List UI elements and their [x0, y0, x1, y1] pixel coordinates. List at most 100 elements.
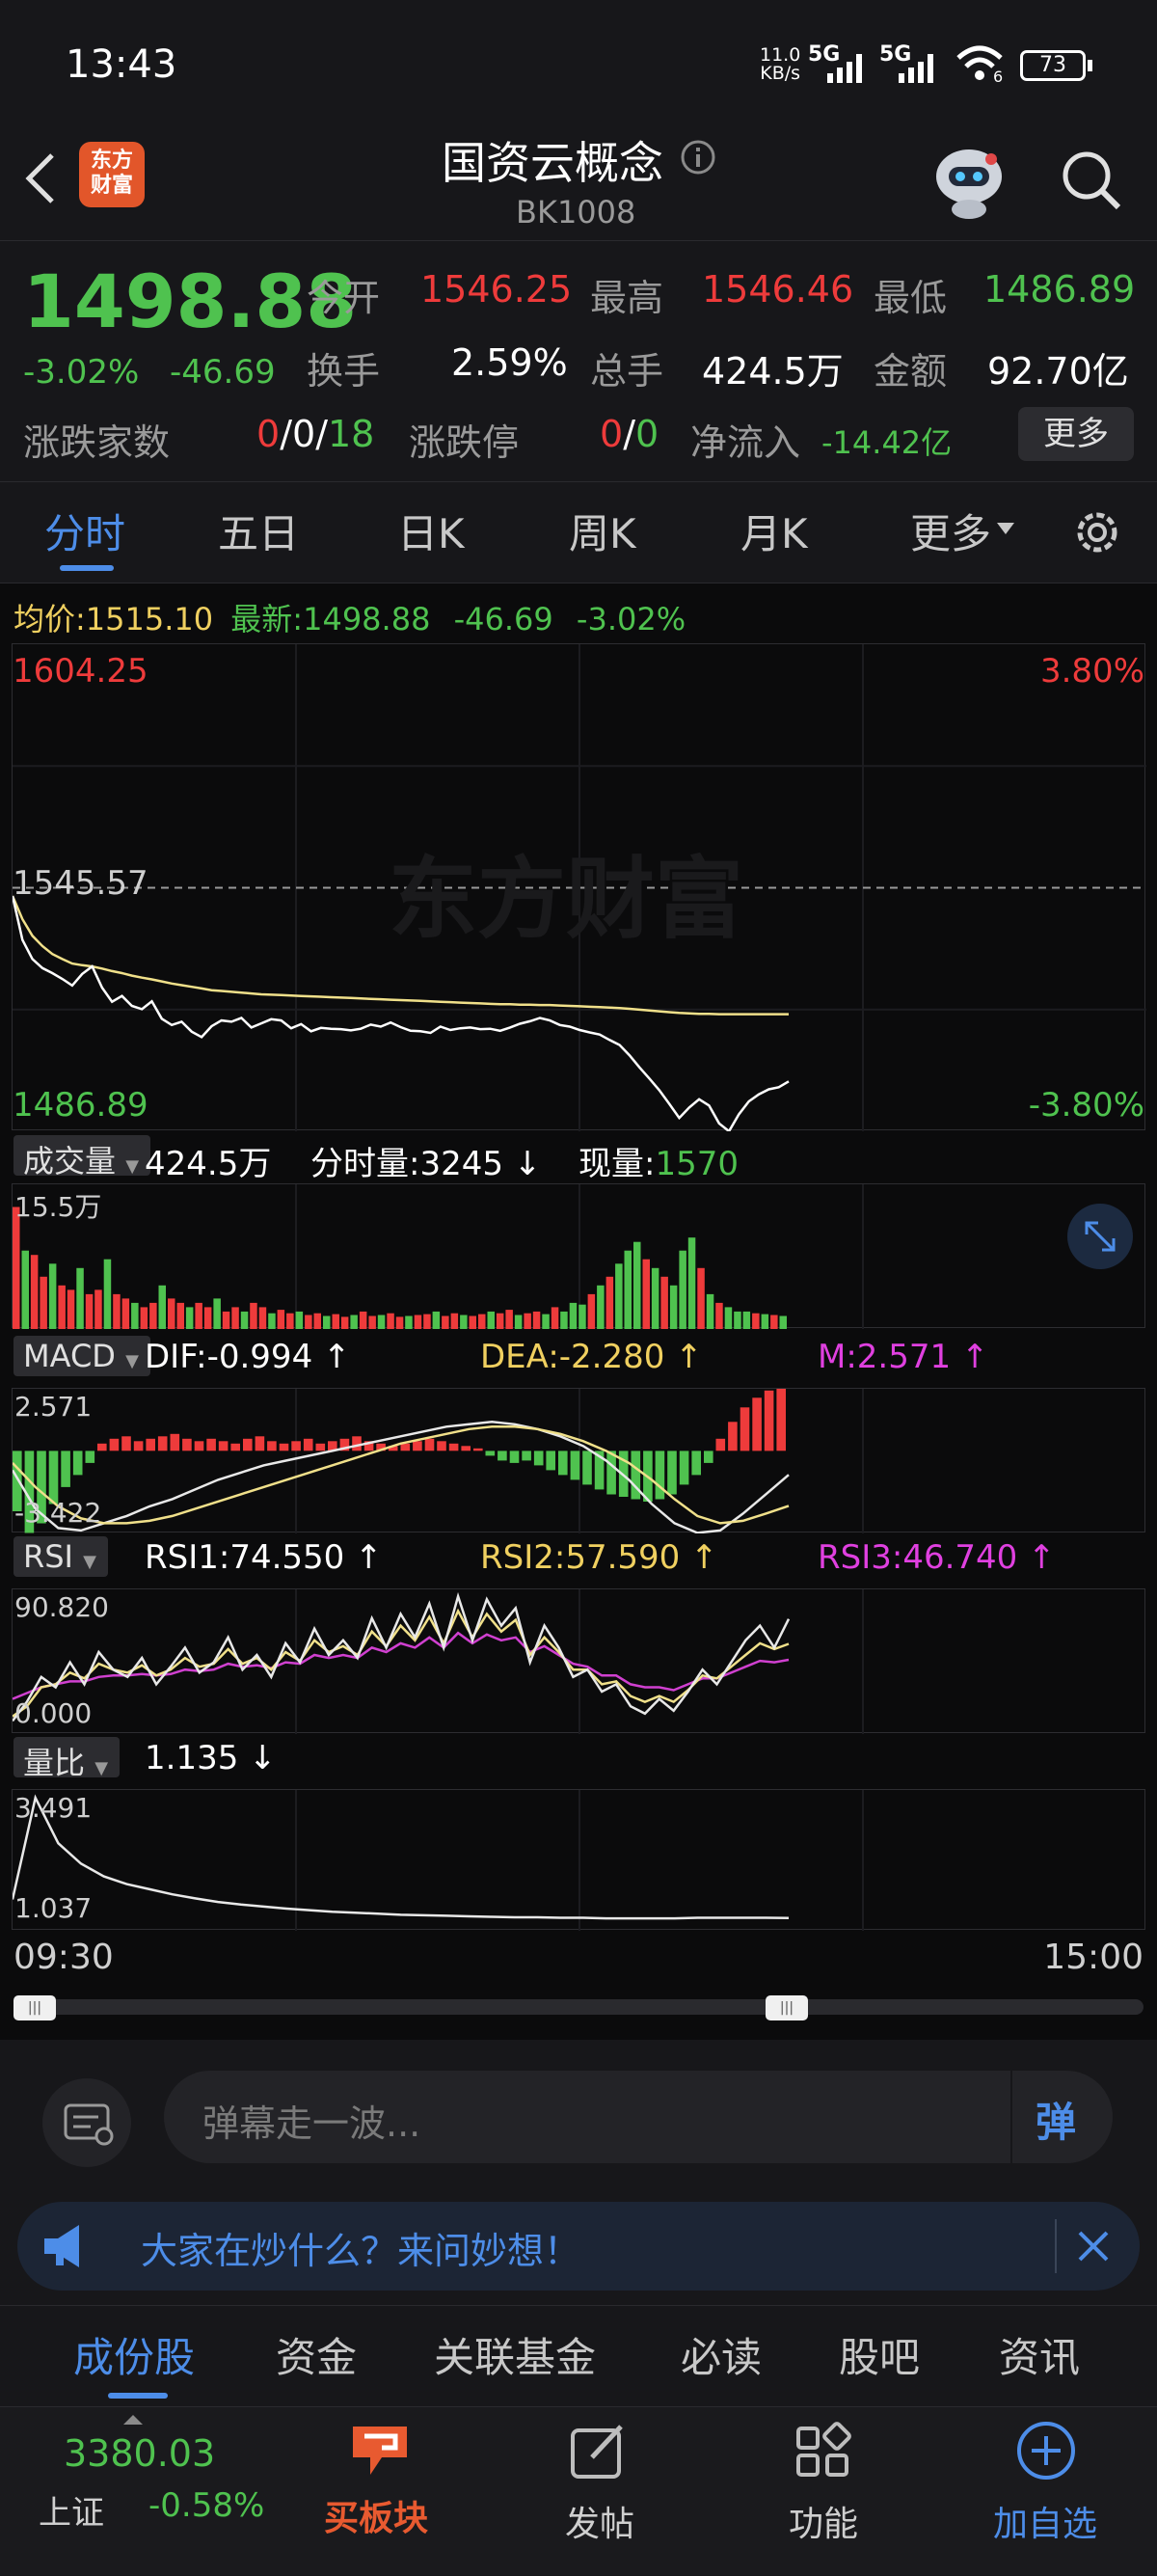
high-value: 1546.46 [702, 268, 854, 311]
volume-ratio-chart-panel: 3.491 1.037 [11, 1789, 1145, 1931]
status-time: 13:43 [66, 42, 177, 87]
intraday-info-line: 均价:1515.10 最新:1498.88 -46.69 -3.02% [13, 601, 686, 637]
volume-bar [286, 1313, 294, 1329]
macd-histogram-bar [570, 1451, 580, 1480]
scroll-handle-left[interactable]: ||| [13, 1995, 56, 2020]
macd-histogram-bar [533, 1451, 544, 1466]
volume-bar [250, 1302, 257, 1329]
volume-bar [295, 1311, 304, 1329]
time-scrollbar[interactable] [13, 1999, 1144, 2015]
turnover-value: 2.59% [451, 341, 568, 384]
volume-bar [597, 1285, 605, 1329]
macd-histogram-bar [72, 1451, 83, 1476]
tab-monthly-k[interactable]: 月K [740, 502, 808, 560]
tab-constituents[interactable]: 成份股 [73, 2325, 195, 2384]
tab-daily-k[interactable]: 日K [397, 502, 465, 560]
macd-y-min: -3.422 [14, 1497, 102, 1529]
volume-bar [85, 1293, 94, 1329]
index-value: 3380.03 [64, 2432, 216, 2475]
rsi-indicator-select[interactable]: RSI ▼ [13, 1536, 108, 1577]
macd-histogram-bar [448, 1443, 459, 1451]
add-watchlist-label: 加自选 [993, 2505, 1098, 2544]
search-icon[interactable] [1059, 148, 1124, 213]
macd-histogram-bar [182, 1438, 192, 1451]
info-icon[interactable] [679, 138, 717, 176]
macd-histogram-bar [315, 1443, 326, 1451]
signal-icon [827, 54, 862, 83]
volume-total: 424.5万 [145, 1145, 272, 1183]
buy-sector-button[interactable]: 买板块 [309, 2407, 453, 2576]
intraday-chart-panel[interactable]: 1604.25 3.80% 1545.57 1486.89 -3.80% 东方财… [11, 643, 1146, 1133]
macd-histogram-bar [61, 1451, 70, 1487]
volume-bar [642, 1259, 650, 1329]
macd-chart-svg [11, 1389, 864, 1534]
volume-bar [258, 1307, 267, 1329]
chart-tabs: 分时 五日 日K 周K 月K 更多 [0, 482, 1157, 583]
tab-five-day[interactable]: 五日 [218, 502, 299, 560]
macd-histogram-bar [740, 1407, 750, 1451]
volume-bar [67, 1289, 75, 1329]
volume-bar [605, 1276, 614, 1329]
divider [1010, 2071, 1012, 2163]
tab-must-read[interactable]: 必读 [681, 2325, 762, 2384]
volume-bar [30, 1255, 39, 1329]
macd-histogram-bar [498, 1451, 507, 1461]
function-button[interactable]: 功能 [766, 2407, 881, 2576]
volume-bar [140, 1307, 148, 1329]
macd-histogram-bar [679, 1451, 689, 1485]
low-value: 1486.89 [983, 268, 1136, 311]
robot-assistant-icon[interactable] [928, 138, 1010, 221]
tab-more[interactable]: 更多 [910, 502, 991, 560]
scroll-handle-right[interactable]: ||| [766, 1995, 808, 2020]
macd-histogram-bar [303, 1438, 313, 1451]
header: 东方 财富 国资云概念 BK1008 [0, 121, 1157, 241]
tab-intraday[interactable]: 分时 [44, 502, 125, 560]
volume-ratio-select[interactable]: 量比 ▼ [13, 1737, 121, 1781]
back-icon[interactable] [21, 149, 60, 207]
volume-bar [203, 1307, 212, 1329]
tab-active-indicator [60, 565, 114, 571]
tab-funds-flow[interactable]: 资金 [276, 2325, 357, 2384]
app-logo: 东方 财富 [79, 142, 145, 207]
volume-label: 总手 [590, 350, 664, 393]
bottom-content-tabs: 成份股 资金 关联基金 必读 股吧 资讯 [0, 2305, 1157, 2406]
volume-bar [103, 1259, 112, 1329]
macd-histogram-bar [582, 1451, 592, 1485]
macd-histogram-bar [606, 1451, 616, 1495]
macd-histogram-bar [352, 1436, 362, 1451]
index-ticker[interactable]: 3380.03 上证 -0.58% [0, 2407, 270, 2576]
volume-ratio-line [11, 1794, 790, 1920]
macd-histogram-bar [194, 1441, 204, 1451]
expand-button[interactable] [1067, 1204, 1133, 1269]
danmu-input[interactable]: 弹幕走一波... 弹 [164, 2071, 1113, 2163]
tab-weekly-k[interactable]: 周K [569, 502, 636, 560]
macd-indicator-select[interactable]: MACD ▼ [13, 1336, 150, 1376]
volume-bar [578, 1304, 586, 1329]
macd-histogram-bar [133, 1441, 144, 1451]
tab-related-funds[interactable]: 关联基金 [434, 2325, 596, 2384]
tab-forum[interactable]: 股吧 [839, 2325, 920, 2384]
x-label-start: 09:30 [13, 1938, 114, 1977]
volume-bar [450, 1313, 459, 1329]
danmu-toggle-button[interactable] [42, 2078, 131, 2167]
change-pct: -3.02% [23, 353, 140, 392]
watermark: 东方财富 [389, 848, 744, 951]
turnover-label: 换手 [307, 350, 381, 393]
volume-bar [277, 1310, 285, 1329]
tab-news[interactable]: 资讯 [999, 2325, 1080, 2384]
volume-indicator-select[interactable]: 成交量 ▼ [13, 1135, 151, 1180]
danmu-placeholder: 弹幕走一波... [202, 2102, 421, 2145]
close-icon[interactable] [1068, 2221, 1118, 2271]
volume-bar [524, 1313, 531, 1329]
macd-histogram-bar [764, 1390, 774, 1451]
more-button[interactable]: 更多 [1018, 407, 1134, 461]
post-button[interactable]: 发帖 [540, 2407, 656, 2576]
rsi-chart-panel: 90.820 0.000 [12, 1588, 1145, 1734]
volume-bar [121, 1298, 130, 1329]
add-watchlist-button[interactable]: 加自选 [974, 2407, 1118, 2576]
gear-icon[interactable] [1070, 505, 1124, 559]
ai-ask-bar[interactable]: 大家在炒什么？来问妙想！ [17, 2202, 1140, 2291]
danmu-send-button[interactable]: 弹 [1036, 2090, 1076, 2149]
volume-bar [615, 1263, 623, 1329]
macd-histogram-bar [85, 1451, 95, 1463]
